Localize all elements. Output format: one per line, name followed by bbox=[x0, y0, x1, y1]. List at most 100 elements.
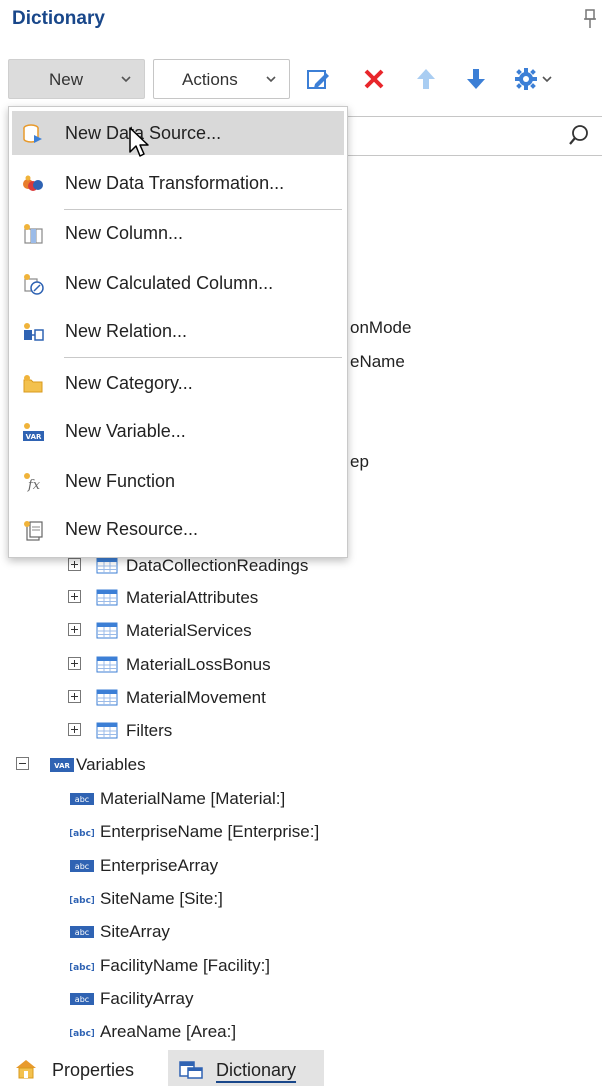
tree-item-variable[interactable]: [abc] EnterpriseName [Enterprise:] bbox=[70, 818, 470, 844]
calculated-column-icon bbox=[24, 274, 44, 295]
svg-text:[abc]: [abc] bbox=[70, 896, 94, 906]
tree-item-label: MaterialName [Material:] bbox=[100, 789, 286, 808]
tree-item-label: Filters bbox=[126, 721, 173, 740]
variable-icon: VAR bbox=[23, 423, 44, 441]
expand-icon[interactable] bbox=[68, 590, 81, 603]
tab-label: Properties bbox=[52, 1060, 135, 1080]
tree-item-label: MaterialLossBonus bbox=[126, 655, 271, 674]
svg-text:abc: abc bbox=[75, 928, 89, 937]
abc-icon: [abc] bbox=[70, 829, 94, 839]
tree-item-variable[interactable]: abc FacilityArray bbox=[70, 985, 470, 1011]
menu-separator bbox=[64, 357, 342, 358]
tab-properties[interactable]: Properties bbox=[8, 1050, 158, 1086]
data-transformation-icon bbox=[23, 175, 43, 191]
table-icon bbox=[96, 589, 118, 606]
menu-item-new-column[interactable]: New Column... bbox=[12, 211, 344, 255]
collapse-icon[interactable] bbox=[16, 757, 29, 770]
tree-item-label: AreaName [Area:] bbox=[100, 1022, 237, 1041]
tree-item-label: MaterialAttributes bbox=[126, 588, 259, 607]
table-icon bbox=[96, 656, 118, 673]
category-icon bbox=[23, 375, 43, 393]
svg-text:abc: abc bbox=[75, 862, 89, 871]
tree-item-variable[interactable]: [abc] SiteName [Site:] bbox=[70, 885, 470, 911]
svg-text:VAR: VAR bbox=[54, 762, 70, 770]
tree-item-variable[interactable]: abc SiteArray bbox=[70, 918, 470, 944]
svg-text:abc: abc bbox=[75, 995, 89, 1004]
svg-text:VAR: VAR bbox=[26, 433, 42, 441]
tree-item-label: FacilityArray bbox=[100, 989, 194, 1008]
tree-item-label: SiteName [Site:] bbox=[100, 889, 223, 908]
expand-icon[interactable] bbox=[68, 690, 81, 703]
menu-item-label: New Resource... bbox=[65, 519, 199, 539]
expand-icon[interactable] bbox=[68, 623, 81, 636]
tree-item-label: DataCollectionReadings bbox=[126, 556, 309, 575]
new-dropdown-menu: New Data Source... New Data Transformati… bbox=[8, 106, 348, 558]
menu-item-new-relation[interactable]: New Relation... bbox=[12, 309, 344, 353]
menu-item-label: New Function bbox=[65, 471, 176, 491]
tree-item-label: SiteArray bbox=[100, 922, 170, 941]
svg-text:[abc]: [abc] bbox=[70, 1029, 94, 1039]
abc-icon: [abc] bbox=[70, 896, 94, 906]
svg-text:fx: fx bbox=[27, 478, 41, 493]
svg-text:abc: abc bbox=[75, 795, 89, 804]
table-icon bbox=[96, 689, 118, 706]
menu-item-new-resource[interactable]: New Resource... bbox=[12, 507, 344, 551]
expand-icon[interactable] bbox=[68, 558, 81, 571]
menu-item-new-data-transformation[interactable]: New Data Transformation... bbox=[12, 161, 344, 205]
tree-item-datasource[interactable]: MaterialAttributes bbox=[66, 584, 366, 610]
menu-item-new-function[interactable]: fx New Function bbox=[12, 459, 344, 503]
tree-item-partial: ep bbox=[350, 452, 369, 471]
column-icon bbox=[24, 224, 43, 244]
data-source-icon bbox=[23, 124, 42, 143]
menu-separator bbox=[64, 209, 342, 210]
tree-item-variable[interactable]: [abc] FacilityName [Facility:] bbox=[70, 952, 470, 978]
abc-icon: [abc] bbox=[70, 1029, 94, 1039]
tree-item-variable[interactable]: abc EnterpriseArray bbox=[70, 852, 470, 878]
tree-item-datasource[interactable]: MaterialLossBonus bbox=[66, 651, 366, 677]
abc-icon: [abc] bbox=[70, 963, 94, 973]
expand-icon[interactable] bbox=[68, 723, 81, 736]
menu-item-new-calculated-column[interactable]: New Calculated Column... bbox=[12, 261, 344, 305]
relation-icon bbox=[24, 323, 44, 341]
table-icon bbox=[96, 722, 118, 739]
menu-item-label: New Data Transformation... bbox=[65, 173, 285, 193]
tree-item-label: MaterialMovement bbox=[126, 688, 266, 707]
menu-item-new-data-source[interactable]: New Data Source... bbox=[12, 111, 344, 155]
tree-item-variable[interactable]: [abc] AreaName [Area:] bbox=[70, 1018, 470, 1044]
tree-item-datasource[interactable]: MaterialMovement bbox=[66, 684, 366, 710]
tree-item-label: FacilityName [Facility:] bbox=[100, 956, 271, 975]
svg-text:[abc]: [abc] bbox=[70, 829, 94, 839]
expand-icon[interactable] bbox=[68, 657, 81, 670]
variables-icon: VAR bbox=[50, 758, 74, 772]
menu-item-label: New Category... bbox=[65, 373, 193, 393]
menu-item-new-variable[interactable]: VAR New Variable... bbox=[12, 409, 344, 453]
svg-text:[abc]: [abc] bbox=[70, 963, 94, 973]
tree-item-variable[interactable]: abc MaterialName [Material:] bbox=[70, 785, 470, 811]
tree-item-partial: onMode bbox=[350, 318, 412, 337]
table-icon bbox=[96, 557, 118, 574]
menu-item-new-category[interactable]: New Category... bbox=[12, 361, 344, 405]
tree-item-label: Variables bbox=[76, 755, 146, 774]
abc-array-icon: abc bbox=[70, 993, 94, 1005]
resource-icon bbox=[24, 521, 43, 541]
properties-icon bbox=[16, 1060, 36, 1079]
tree-item-variables[interactable]: VAR Variables bbox=[14, 751, 314, 777]
tree-item-label: EnterpriseName [Enterprise:] bbox=[100, 822, 320, 841]
tree-item-datasource[interactable]: Filters bbox=[66, 717, 366, 743]
abc-array-icon: abc bbox=[70, 860, 94, 872]
tree-item-partial: eName bbox=[350, 352, 405, 371]
abc-array-icon: abc bbox=[70, 793, 94, 805]
menu-item-label: New Column... bbox=[65, 223, 184, 243]
table-icon bbox=[96, 622, 118, 639]
menu-item-label: New Calculated Column... bbox=[65, 273, 274, 293]
function-icon: fx bbox=[24, 473, 41, 493]
tree-item-datasource[interactable]: MaterialServices bbox=[66, 617, 366, 643]
tab-dictionary[interactable]: Dictionary bbox=[168, 1050, 324, 1086]
tab-label: Dictionary bbox=[216, 1060, 297, 1080]
abc-array-icon: abc bbox=[70, 926, 94, 938]
menu-item-label: New Variable... bbox=[65, 421, 186, 441]
mouse-cursor-icon bbox=[129, 127, 149, 157]
menu-item-label: New Relation... bbox=[65, 321, 188, 341]
tree-item-label: EnterpriseArray bbox=[100, 856, 219, 875]
dictionary-icon bbox=[179, 1061, 203, 1079]
